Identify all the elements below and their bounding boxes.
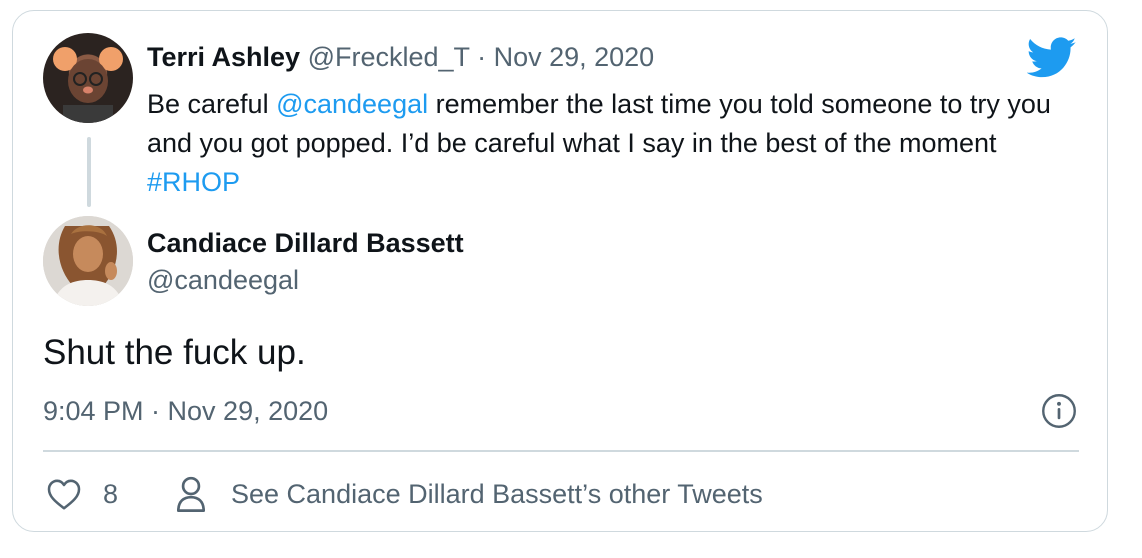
info-icon[interactable] [1041, 393, 1077, 429]
author-name[interactable]: Candiace Dillard Bassett [147, 227, 464, 259]
author-name[interactable]: Terri Ashley [147, 42, 300, 72]
quoted-tweet-header: Terri Ashley @Freckled_T · Nov 29, 2020 [147, 41, 654, 73]
see-other-tweets-link[interactable]: See Candiace Dillard Bassett’s other Twe… [231, 478, 763, 510]
embedded-tweet-card: Terri Ashley @Freckled_T · Nov 29, 2020 … [12, 10, 1108, 532]
person-icon[interactable] [175, 475, 207, 513]
divider [43, 450, 1079, 452]
tweet-timestamp[interactable]: 9:04 PM · Nov 29, 2020 [43, 395, 328, 427]
heart-icon[interactable] [46, 477, 82, 511]
avatar[interactable] [43, 216, 133, 306]
author-handle[interactable]: @Freckled_T [308, 42, 470, 72]
tweet-text: Shut the fuck up. [43, 333, 306, 372]
thread-line [87, 137, 91, 207]
hashtag-link[interactable]: #RHOP [147, 167, 240, 197]
twitter-bird-icon[interactable] [1027, 37, 1077, 79]
avatar[interactable] [43, 33, 133, 123]
like-count[interactable]: 8 [103, 478, 118, 510]
author-handle[interactable]: @candeegal [147, 264, 299, 296]
quoted-tweet-text: Be careful @candeegal remember the last … [147, 85, 1077, 202]
mention-link[interactable]: @candeegal [276, 89, 428, 119]
tweet-text-segment: Be careful [147, 89, 277, 119]
tweet-date[interactable]: Nov 29, 2020 [494, 42, 655, 72]
separator: · [477, 42, 487, 72]
